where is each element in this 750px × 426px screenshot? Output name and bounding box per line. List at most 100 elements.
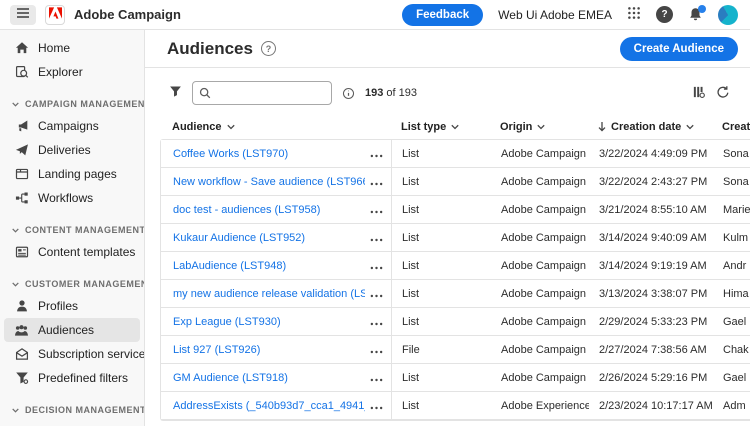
more-icon [370,286,383,301]
column-settings-button[interactable] [692,85,706,102]
list-type-cell: List [392,260,491,272]
audience-link[interactable]: List 927 (LST926) [173,344,365,356]
sidebar-item-workflows[interactable]: Workflows [4,186,140,210]
chevron-down-icon [12,102,19,107]
sidebar-item-deliveries[interactable]: Deliveries [4,138,140,162]
refresh-icon [716,85,730,102]
page-help-icon[interactable]: ? [261,41,276,56]
audience-link[interactable]: Kukaur Audience (LST952) [173,232,365,244]
column-header-origin[interactable]: Origin [490,121,588,133]
audience-link[interactable]: my new audience release validation (LST9… [173,288,365,300]
row-actions-button[interactable] [365,144,388,163]
help-icon[interactable]: ? [656,6,673,23]
row-actions-button[interactable] [365,312,388,331]
row-actions-button[interactable] [365,172,388,191]
origin-cell: Adobe Campaign [491,148,589,160]
audience-link[interactable]: LabAudience (LST948) [173,260,365,272]
sidebar-item-partial[interactable] [4,420,140,426]
sidebar-section-label: DECISION MANAGEMENT [25,405,145,415]
table-row: Kukaur Audience (LST952) List Adobe Camp… [161,224,750,252]
audience-link[interactable]: Coffee Works (LST970) [173,148,365,160]
topbar: Adobe Campaign Feedback Web Ui Adobe EME… [0,0,750,30]
landing-pages-icon [14,167,29,182]
chevron-down-icon [12,282,19,287]
column-header-label: Creation date [611,121,681,133]
sidebar-section-content-management[interactable]: CONTENT MANAGEMENT [0,220,144,240]
created-by-cell: Adm [713,400,750,412]
column-header-list_type[interactable]: List type [391,121,490,133]
row-actions-button[interactable] [365,200,388,219]
sidebar-item-landing-pages[interactable]: Landing pages [4,162,140,186]
list-type-cell: List [392,204,491,216]
avatar[interactable] [718,5,738,25]
row-actions-button[interactable] [365,340,388,359]
more-icon [370,202,383,217]
row-actions-button[interactable] [365,368,388,387]
chevron-down-icon [537,124,545,130]
result-count-number: 193 [365,87,383,99]
row-actions-button[interactable] [365,284,388,303]
predefined-filters-icon [14,371,29,386]
filter-button[interactable] [169,85,182,101]
audience-link[interactable]: GM Audience (LST918) [173,372,365,384]
feedback-button[interactable]: Feedback [402,4,483,26]
sidebar-item-profiles[interactable]: Profiles [4,294,140,318]
column-header-audience[interactable]: Audience [160,121,391,133]
created-by-cell: Sona [713,176,750,188]
table-row: LabAudience (LST948) List Adobe Campaign… [161,252,750,280]
sidebar-section-campaign-management[interactable]: CAMPAIGN MANAGEMENT [0,94,144,114]
sidebar-section-customer-management[interactable]: CUSTOMER MANAGEMENT [0,274,144,294]
audience-link[interactable]: Exp League (LST930) [173,316,365,328]
audience-link[interactable]: doc test - audiences (LST958) [173,204,365,216]
more-icon [370,314,383,329]
sidebar-item-label: Profiles [38,299,78,313]
sidebar-item-label: Audiences [38,323,94,337]
row-actions-button[interactable] [365,396,388,415]
created-by-cell: Gael [713,316,750,328]
hamburger-menu-button[interactable] [10,5,36,25]
column-header-created_by[interactable]: Created by [712,121,750,133]
page-title: Audiences [167,39,253,59]
sidebar-item-content-templates[interactable]: Content templates [4,240,140,264]
audience-cell: LabAudience (LST948) [161,252,392,279]
sidebar-item-subscription-services[interactable]: Subscription services [4,342,140,366]
row-actions-button[interactable] [365,256,388,275]
notifications-button[interactable] [688,7,703,22]
chevron-down-icon [12,408,19,413]
sidebar-item-explorer[interactable]: Explorer [4,60,140,84]
search-input[interactable] [216,86,325,100]
chevron-down-icon [12,228,19,233]
sidebar-item-audiences[interactable]: Audiences [4,318,140,342]
audience-link[interactable]: AddressExists (_540b93d7_cca1_4941_a032_… [173,400,365,412]
sidebar-section-label: CONTENT MANAGEMENT [25,225,145,235]
list-type-cell: List [392,232,491,244]
sidebar-item-home[interactable]: Home [4,36,140,60]
audience-link[interactable]: New workflow - Save audience (LST966) [173,176,365,188]
sidebar-item-predefined-filters[interactable]: Predefined filters [4,366,140,390]
sidebar-item-label: Landing pages [38,167,117,181]
toolbar: 193 of 193 [145,78,750,108]
origin-cell: Adobe Campaign [491,288,589,300]
row-actions-button[interactable] [365,228,388,247]
created-by-cell: Kulm [713,232,750,244]
origin-cell: Adobe Campaign [491,344,589,356]
info-icon[interactable] [342,87,355,100]
chevron-down-icon [451,124,459,130]
sidebar-item-campaigns[interactable]: Campaigns [4,114,140,138]
table-row: Exp League (LST930) List Adobe Campaign … [161,308,750,336]
sidebar-section-label: CUSTOMER MANAGEMENT [25,279,145,289]
refresh-button[interactable] [716,85,730,102]
org-switcher[interactable]: Web Ui Adobe EMEA [498,8,612,22]
column-header-creation_date[interactable]: Creation date [588,121,712,133]
created-by-cell: Gael [713,372,750,384]
sidebar-section-decision-management[interactable]: DECISION MANAGEMENT [0,400,144,420]
app-switcher-button[interactable] [627,6,641,23]
sidebar-section-label: CAMPAIGN MANAGEMENT [25,99,145,109]
content-templates-icon [14,245,29,260]
table-row: Coffee Works (LST970) List Adobe Campaig… [161,140,750,168]
audience-cell: List 927 (LST926) [161,336,392,363]
origin-cell: Adobe Campaign [491,372,589,384]
create-audience-button[interactable]: Create Audience [620,37,738,61]
column-settings-icon [692,85,706,102]
page-header: Audiences ? Create Audience [145,30,750,68]
